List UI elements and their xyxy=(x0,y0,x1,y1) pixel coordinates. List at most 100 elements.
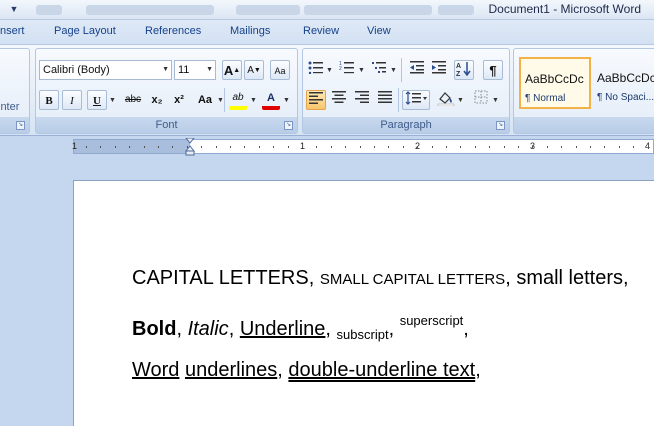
strikethrough-button[interactable]: abc xyxy=(121,90,145,110)
shading-chevron-down-icon[interactable]: ▼ xyxy=(457,97,464,104)
paragraph-group: ▼ 12 ▼ ▼ AZ ¶ ▼ ▼ Paragraph ↘ xyxy=(302,48,510,134)
grow-font-icon: A xyxy=(223,63,234,78)
font-group: Calibri (Body) ▼ 11 ▼ A▲ A▼ Aa B I U ▼ a… xyxy=(35,48,298,134)
shrink-font-button[interactable]: A▼ xyxy=(244,60,264,80)
subscript-button[interactable]: x₂ xyxy=(147,90,167,110)
superscript-text: superscript xyxy=(399,313,464,328)
title-bar: ▼ Document1 - Microsoft Word xyxy=(0,0,654,20)
font-name-value: Calibri (Body) xyxy=(43,64,110,76)
caps-text: CAPITAL LETTERS xyxy=(132,267,309,289)
separator-text: , xyxy=(463,318,469,340)
document-page[interactable]: CAPITAL LETTERS, SMALL CAPITAL LETTERS, … xyxy=(73,180,654,426)
justify-icon xyxy=(378,91,392,103)
font-name-combo[interactable]: Calibri (Body) ▼ xyxy=(39,60,172,80)
font-color-icon: A xyxy=(267,92,275,104)
multilevel-chevron-down-icon[interactable]: ▼ xyxy=(390,67,397,74)
document-area: CAPITAL LETTERS, SMALL CAPITAL LETTERS, … xyxy=(0,160,654,426)
tab-references[interactable]: References xyxy=(145,25,201,37)
style-name: ¶ No Spaci... xyxy=(597,92,654,103)
separator-text: , xyxy=(388,318,400,340)
ruler-tick xyxy=(187,146,188,148)
font-dialog-launcher-icon[interactable]: ↘ xyxy=(284,121,293,130)
paragraph-dialog-launcher-icon[interactable]: ↘ xyxy=(496,121,505,130)
change-case-button[interactable]: Aa xyxy=(193,90,217,110)
separator-text: , xyxy=(308,267,320,289)
tab-view[interactable]: View xyxy=(367,25,391,37)
font-color-chevron-down-icon[interactable]: ▼ xyxy=(283,97,290,104)
italic-button[interactable]: I xyxy=(62,90,82,110)
numbering-chevron-down-icon[interactable]: ▼ xyxy=(358,67,365,74)
separator-text: , xyxy=(277,359,289,381)
align-right-button[interactable] xyxy=(352,90,372,110)
separator xyxy=(224,88,225,112)
font-group-label: Font xyxy=(36,117,297,133)
chevron-down-icon[interactable]: ▼ xyxy=(206,61,213,79)
italic-icon: I xyxy=(70,95,74,107)
tab-insert[interactable]: nsert xyxy=(0,25,24,37)
ruler-tick xyxy=(129,146,130,148)
underline-options-chevron-down-icon[interactable]: ▼ xyxy=(109,97,116,104)
align-left-button[interactable] xyxy=(306,90,326,110)
superscript-icon: x² xyxy=(174,94,184,106)
small-letters-text: small letters xyxy=(516,267,624,289)
format-painter-label[interactable]: inter xyxy=(0,101,19,113)
line-spacing-button[interactable] xyxy=(402,90,430,110)
increase-indent-button[interactable] xyxy=(429,60,449,80)
ruler-tick xyxy=(360,146,361,148)
line-spacing-icon xyxy=(405,91,427,105)
show-formatting-marks-button[interactable]: ¶ xyxy=(483,60,503,80)
bold-text: Bold xyxy=(132,318,177,340)
tab-page-layout[interactable]: Page Layout xyxy=(54,25,116,37)
ruler-tick xyxy=(518,146,519,148)
center-button[interactable] xyxy=(329,90,349,110)
svg-text:Z: Z xyxy=(456,71,461,77)
ruler-tick xyxy=(547,146,548,148)
paragraph-group-label: Paragraph xyxy=(303,117,509,133)
borders-chevron-down-icon[interactable]: ▼ xyxy=(492,97,499,104)
ruler-tick xyxy=(475,146,476,148)
ruler-tick xyxy=(374,146,375,148)
customize-toolbar-arrow-icon[interactable]: ▼ xyxy=(2,1,26,18)
separator-text: , xyxy=(228,318,240,340)
tab-review[interactable]: Review xyxy=(303,25,339,37)
highlight-chevron-down-icon[interactable]: ▼ xyxy=(250,97,257,104)
change-case-chevron-down-icon[interactable]: ▼ xyxy=(217,97,224,104)
font-color-button[interactable]: A xyxy=(262,90,280,110)
multilevel-list-button[interactable] xyxy=(369,60,389,80)
clipboard-dialog-launcher-icon[interactable]: ↘ xyxy=(16,121,25,130)
tab-mailings[interactable]: Mailings xyxy=(230,25,270,37)
text-line-1: CAPITAL LETTERS, SMALL CAPITAL LETTERS, … xyxy=(132,267,629,290)
style-sample: AaBbCcDc xyxy=(525,72,584,86)
ruler-tick xyxy=(460,146,461,148)
horizontal-ruler[interactable]: 1 1 2 3 4 xyxy=(72,137,654,156)
text-highlight-color-button[interactable]: ab xyxy=(229,90,247,110)
shrink-font-icon: A xyxy=(247,65,254,76)
ruler-tick xyxy=(417,146,418,148)
bullets-button[interactable] xyxy=(306,60,326,80)
justify-button[interactable] xyxy=(375,90,395,110)
numbering-button[interactable]: 12 xyxy=(337,60,357,80)
bullets-chevron-down-icon[interactable]: ▼ xyxy=(326,67,333,74)
font-size-combo[interactable]: 11 ▼ xyxy=(174,60,216,80)
underline-button[interactable]: U xyxy=(87,90,107,110)
style-normal[interactable]: AaBbCcDc ¶ Normal xyxy=(519,57,591,109)
ruler-tick xyxy=(403,146,404,148)
bold-button[interactable]: B xyxy=(39,90,59,110)
ruler-tick xyxy=(158,146,159,148)
shading-button[interactable] xyxy=(436,90,456,110)
superscript-button[interactable]: x² xyxy=(169,90,189,110)
clear-formatting-button[interactable]: Aa xyxy=(270,60,290,80)
ribbon-tab-bar: nsert Page Layout References Mailings Re… xyxy=(0,20,654,44)
svg-text:A: A xyxy=(456,63,461,70)
sort-button[interactable]: AZ xyxy=(454,60,474,80)
subscript-icon: x₂ xyxy=(151,94,163,106)
grow-font-button[interactable]: A▲ xyxy=(222,60,242,80)
style-no-spacing[interactable]: AaBbCcDc ¶ No Spaci... xyxy=(592,57,654,109)
chevron-down-icon[interactable]: ▼ xyxy=(162,61,169,79)
borders-button[interactable] xyxy=(471,90,491,110)
ruler-tick xyxy=(504,146,505,148)
decrease-indent-button[interactable] xyxy=(407,60,427,80)
borders-icon xyxy=(474,90,488,104)
ruler-tick xyxy=(86,146,87,148)
ruler-tick xyxy=(144,146,145,148)
